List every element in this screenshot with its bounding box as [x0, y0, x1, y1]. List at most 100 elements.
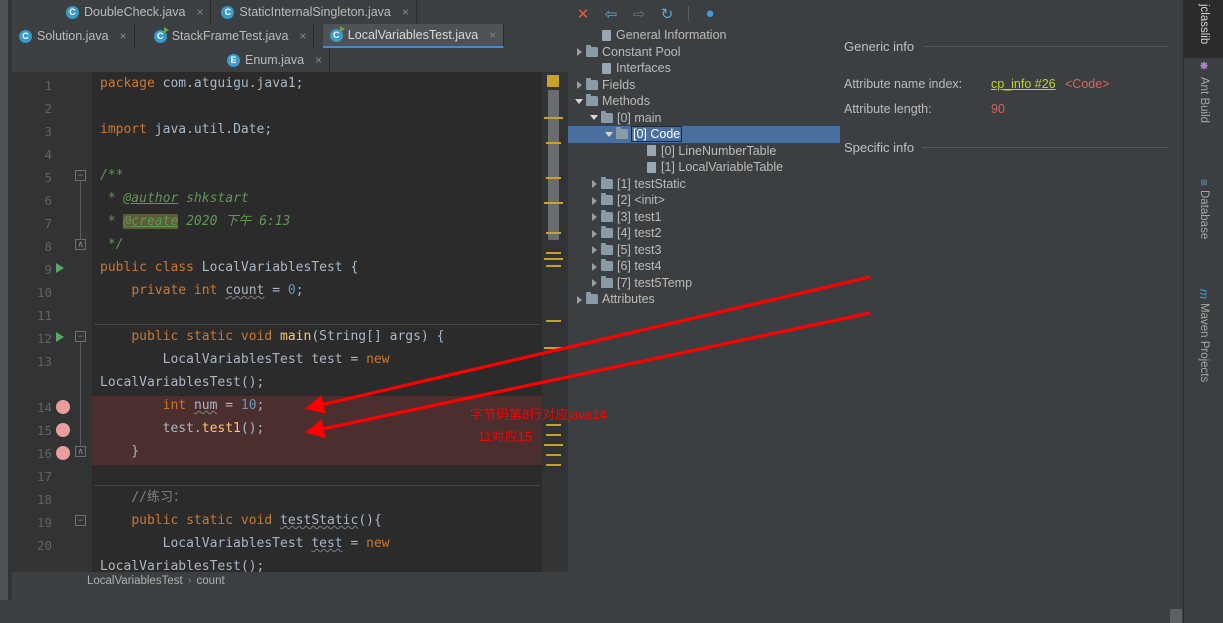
code-change-marker[interactable] [546, 142, 561, 144]
close-icon[interactable]: × [120, 29, 127, 43]
tree-node-0-linenumbertable[interactable]: [0] LineNumberTable [568, 143, 840, 160]
code-fold-icon[interactable]: − [75, 331, 86, 342]
resize-grip[interactable] [1170, 609, 1182, 623]
tree-node-0-main[interactable]: [0] main [568, 110, 840, 127]
line-number: 13 [36, 354, 52, 369]
editor-tab-stackframetest[interactable]: C StackFrameTest.java × [147, 24, 315, 48]
code-area[interactable]: 1 2 3 4 5 6 7 8 9 10 11 12 13 14 15 16 17 18 19 20− ∧ − ∧ − pac… [12, 72, 568, 572]
code-change-marker[interactable] [546, 424, 561, 426]
code-change-marker[interactable] [546, 320, 561, 322]
jclasslib-bytecode-viewer-window: C DoubleCheck.java × C StaticInternalSinglet… [0, 0, 1223, 623]
code-fold-icon[interactable]: − [75, 170, 86, 181]
editor-gutter[interactable]: 1 2 3 4 5 6 7 8 9 10 11 12 13 14 15 16 17 18 19 20− ∧ − ∧ − [12, 72, 92, 572]
code-token: ; [295, 283, 304, 298]
tree-node-attributes[interactable]: Attributes [568, 291, 840, 308]
code-change-marker[interactable] [546, 434, 561, 436]
inspection-status-indicator[interactable] [547, 75, 559, 87]
editor-tab-row-1: C DoubleCheck.java × C StaticInternalSinglet… [12, 0, 568, 24]
chevron-right-icon[interactable] [589, 261, 600, 272]
tree-node-constant-pool[interactable]: Constant Pool [568, 44, 840, 61]
code-fold-icon[interactable]: ∧ [75, 446, 86, 457]
folder-icon [616, 127, 628, 140]
tree-node-1-localvariabletable[interactable]: [1] LocalVariableTable [568, 159, 840, 176]
code-token: 2020 下午 6:13 [178, 214, 291, 229]
attribute-info-pane: Generic info Attribute name index: cp_in… [840, 0, 1183, 600]
editor-vertical-scrollbar-thumb[interactable] [548, 90, 559, 240]
breadcrumb[interactable]: LocalVariablesTest › count [12, 572, 568, 590]
back-arrow-icon[interactable]: ⇦ [602, 5, 620, 23]
tree-node-interfaces[interactable]: Interfaces [568, 60, 840, 77]
code-change-marker[interactable] [546, 177, 561, 179]
chevron-down-icon[interactable] [604, 129, 615, 140]
tree-node-7-test5temp[interactable]: [7] test5Temp [568, 275, 840, 292]
breakpoint-marker[interactable] [56, 423, 70, 437]
editor-tab-enum[interactable]: E Enum.java × [220, 48, 331, 72]
status-bar: 52\bin\java" [0, 600, 1183, 623]
tree-node-3-test1[interactable]: [3] test1 [568, 209, 840, 226]
close-icon[interactable]: × [315, 53, 322, 67]
close-icon[interactable]: × [402, 5, 409, 19]
close-icon[interactable]: × [196, 5, 203, 19]
close-icon[interactable]: × [489, 28, 496, 42]
breakpoint-marker[interactable] [56, 400, 70, 414]
tree-node-4-test2[interactable]: [4] test2 [568, 225, 840, 242]
close-icon[interactable]: ✕ [574, 5, 592, 23]
tree-node-label: [2] <init> [617, 193, 665, 208]
code-change-marker[interactable] [546, 464, 561, 466]
tree-node-2-init[interactable]: [2] <init> [568, 192, 840, 209]
chevron-right-icon[interactable] [589, 211, 600, 222]
chevron-right-icon[interactable] [574, 294, 585, 305]
chevron-right-icon[interactable] [574, 46, 585, 57]
run-gutter-icon[interactable] [56, 332, 64, 342]
close-icon[interactable]: × [299, 29, 306, 43]
tree-node-1-teststatic[interactable]: [1] testStatic [568, 176, 840, 193]
tool-window-button-jclasslib[interactable]: jclasslib [1184, 0, 1223, 58]
attribute-name-index-link[interactable]: cp_info #26 [991, 77, 1056, 91]
editor-marker-gutter[interactable] [542, 72, 568, 572]
breadcrumb-member[interactable]: count [197, 575, 225, 587]
breakpoint-marker[interactable] [56, 446, 70, 460]
tree-node-6-test4[interactable]: [6] test4 [568, 258, 840, 275]
tree-node-general-information[interactable]: General Information [568, 27, 840, 44]
class-structure-tree[interactable]: General Information Constant Pool Interfac… [568, 27, 840, 600]
tool-window-button-maven-projects[interactable]: m Maven Projects [1184, 285, 1223, 420]
forward-arrow-icon[interactable]: ⇨ [630, 5, 648, 23]
code-change-marker[interactable] [544, 347, 563, 349]
line-number: 12 [36, 331, 52, 346]
code-change-marker[interactable] [546, 232, 561, 234]
code-change-marker[interactable] [546, 265, 561, 267]
code-fold-icon[interactable]: ∧ [75, 239, 86, 250]
code-fold-icon[interactable]: − [75, 515, 86, 526]
attribute-length-value: 90 [991, 102, 1005, 116]
chevron-down-icon[interactable] [574, 96, 585, 107]
tree-node-5-test3[interactable]: [5] test3 [568, 242, 840, 259]
tree-node-methods[interactable]: Methods [568, 93, 840, 110]
chevron-right-icon[interactable] [589, 277, 600, 288]
breadcrumb-class[interactable]: LocalVariablesTest [87, 575, 183, 587]
chevron-down-icon[interactable] [589, 112, 600, 123]
code-change-marker[interactable] [544, 444, 563, 446]
run-gutter-icon[interactable] [56, 263, 64, 273]
source-code-text[interactable]: package com.atguigu.java1; import java.ut… [92, 72, 542, 572]
code-change-marker[interactable] [544, 202, 563, 204]
chevron-right-icon[interactable] [589, 244, 600, 255]
chevron-right-icon[interactable] [589, 228, 600, 239]
chevron-right-icon[interactable] [589, 178, 600, 189]
browse-web-icon[interactable]: ● [701, 5, 719, 23]
editor-tab-doublecheck[interactable]: C DoubleCheck.java × [59, 0, 212, 24]
tree-node-0-code[interactable]: [0] Code [568, 126, 840, 143]
folder-icon [601, 226, 613, 239]
chevron-right-icon[interactable] [589, 195, 600, 206]
refresh-icon[interactable]: ↻ [658, 5, 676, 23]
code-change-marker[interactable] [546, 252, 561, 254]
tool-window-button-database[interactable]: ≡ Database [1184, 175, 1223, 280]
editor-tab-solution[interactable]: C Solution.java × [12, 24, 135, 48]
code-change-marker[interactable] [546, 454, 561, 456]
tree-node-fields[interactable]: Fields [568, 77, 840, 94]
editor-tab-staticinternalsingleton[interactable]: C StaticInternalSingleton.java × [214, 0, 417, 24]
code-change-marker[interactable] [544, 117, 563, 119]
code-change-marker[interactable] [544, 258, 563, 260]
chevron-right-icon[interactable] [574, 79, 585, 90]
tool-window-button-ant-build[interactable]: ✸ Ant Build [1184, 55, 1223, 165]
editor-tab-localvariablestest[interactable]: C LocalVariablesTest.java × [322, 24, 505, 48]
